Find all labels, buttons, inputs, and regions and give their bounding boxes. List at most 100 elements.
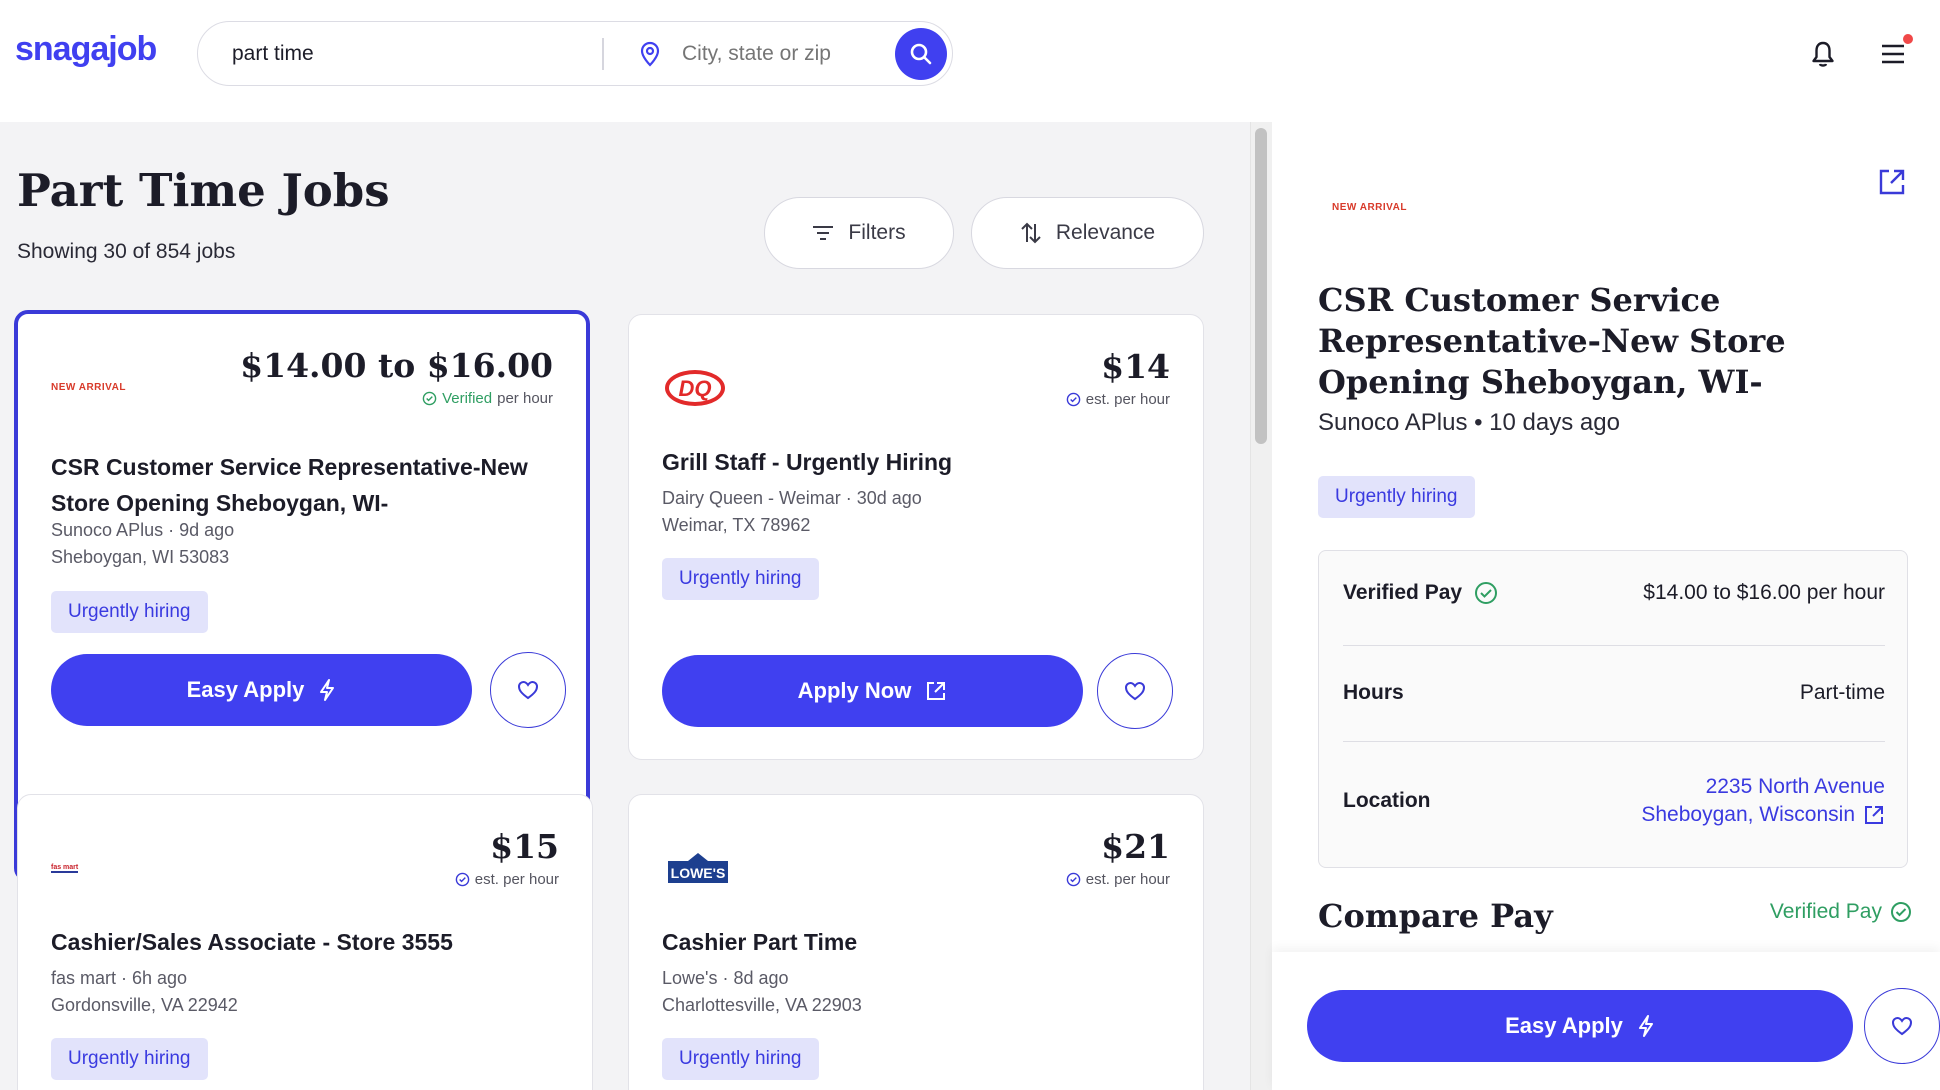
job-title[interactable]: Cashier/Sales Associate - Store 3555	[51, 924, 571, 960]
search-icon	[910, 43, 932, 65]
open-external-icon[interactable]	[1877, 167, 1907, 197]
job-card[interactable]: DQ $14 est. per hour Grill Staff - Urgen…	[628, 314, 1204, 760]
search-button[interactable]	[895, 28, 947, 80]
heart-icon	[517, 680, 539, 700]
heart-icon	[1124, 681, 1146, 701]
pay-unit: per hour	[497, 390, 553, 407]
job-location: Weimar, TX 78962	[662, 515, 811, 535]
company-meta: Dairy Queen - Weimar · 30d ago	[662, 488, 922, 508]
save-job-button[interactable]	[490, 652, 566, 728]
pay-amount: $14.00 to $16.00	[240, 346, 553, 385]
apply-label: Apply Now	[797, 678, 912, 703]
company-logo: fas mart	[51, 863, 79, 873]
hamburger-menu-icon[interactable]	[1880, 42, 1906, 66]
job-info-box: Verified Pay $14.00 to $16.00 per hour H…	[1318, 550, 1908, 868]
verified-check-icon	[1066, 392, 1081, 407]
sort-label: Relevance	[1055, 221, 1156, 244]
company-logo: LOWE'S	[662, 843, 782, 893]
bell-icon[interactable]	[1810, 40, 1836, 68]
pay-unit: est. per hour	[1085, 391, 1170, 408]
easy-apply-button[interactable]: Easy Apply	[51, 654, 472, 726]
pay-amount: $15	[490, 827, 559, 866]
sort-arrows-icon	[1021, 222, 1041, 244]
heart-icon	[1891, 1016, 1913, 1036]
top-header: snagajob	[0, 0, 1940, 122]
page-title: Part Time Jobs	[17, 164, 390, 217]
company-logo: DQ	[662, 363, 782, 413]
apply-now-button[interactable]: Apply Now	[662, 655, 1083, 727]
hours-label: Hours	[1343, 681, 1404, 704]
hours-value: Part-time	[1799, 681, 1885, 704]
job-list-pane: Part Time Jobs Showing 30 of 854 jobs Fi…	[0, 122, 1256, 1090]
job-location: Sheboygan, WI 53083	[51, 547, 230, 567]
urgently-hiring-tag: Urgently hiring	[1318, 476, 1475, 518]
save-job-button[interactable]	[1864, 988, 1940, 1064]
search-bar	[197, 21, 953, 86]
urgently-hiring-tag: Urgently hiring	[51, 591, 208, 633]
verified-pay-value: $14.00 to $16.00 per hour	[1643, 581, 1885, 604]
company-logo: NEW ARRIVAL	[51, 381, 126, 393]
pay-subtitle: est. per hour	[1066, 391, 1170, 408]
lightning-icon	[320, 679, 335, 701]
location-pin-icon	[640, 41, 660, 67]
compare-verified-badge: Verified Pay	[1770, 900, 1912, 924]
compare-pay-heading: Compare Pay	[1318, 897, 1553, 935]
pay-subtitle: est. per hour	[1066, 871, 1170, 888]
verified-check-icon	[1891, 902, 1911, 922]
job-title[interactable]: CSR Customer Service Representative-New …	[51, 449, 571, 521]
notification-dot	[1903, 34, 1913, 44]
job-location: Charlottesville, VA 22903	[662, 995, 862, 1015]
apply-label: Easy Apply	[186, 677, 305, 702]
location-row: Location 2235 North Avenue Sheboygan, Wi…	[1343, 773, 1885, 829]
company-meta: Sunoco APlus · 9d ago	[51, 520, 235, 540]
job-title[interactable]: Cashier Part Time	[662, 924, 1182, 960]
job-card[interactable]: LOWE'S $21 est. per hour Cashier Part Ti…	[628, 794, 1204, 1090]
save-job-button[interactable]	[1097, 653, 1173, 729]
results-count: Showing 30 of 854 jobs	[17, 240, 236, 263]
sort-button[interactable]: Relevance	[971, 197, 1204, 269]
job-card[interactable]: fas mart $15 est. per hour Cashier/Sales…	[17, 794, 593, 1090]
company-meta: fas mart · 6h ago	[51, 968, 188, 988]
pay-unit: est. per hour	[474, 871, 559, 888]
pay-subtitle: Verified per hour	[422, 390, 553, 407]
location-label: Location	[1343, 789, 1431, 812]
company-meta: Lowe's · 8d ago	[662, 968, 789, 988]
search-divider	[602, 38, 604, 70]
apply-footer: Easy Apply	[1272, 952, 1940, 1090]
verified-label: Verified	[442, 390, 493, 407]
hours-row: Hours Part-time	[1343, 681, 1885, 705]
detail-company: Sunoco APlus • 10 days ago	[1318, 409, 1620, 436]
scrollbar[interactable]	[1250, 122, 1272, 1090]
verified-check-icon	[1475, 582, 1498, 604]
scrollbar-thumb[interactable]	[1255, 128, 1267, 444]
verified-check-icon	[422, 391, 437, 406]
external-link-icon	[927, 682, 946, 700]
filters-button[interactable]: Filters	[764, 197, 954, 269]
job-search-input[interactable]	[232, 42, 592, 66]
easy-apply-button[interactable]: Easy Apply	[1307, 990, 1853, 1062]
lightning-icon	[1638, 1015, 1653, 1037]
pay-amount: $21	[1101, 827, 1170, 866]
divider	[1343, 645, 1885, 646]
company-logo: NEW ARRIVAL	[1332, 202, 1407, 213]
external-link-icon	[1865, 806, 1883, 824]
filter-icon	[813, 226, 834, 240]
snagajob-logo[interactable]: snagajob	[15, 30, 157, 69]
pay-subtitle: est. per hour	[455, 871, 559, 888]
svg-text:DQ: DQ	[679, 376, 712, 401]
location-input[interactable]	[682, 42, 882, 66]
verified-check-icon	[455, 872, 470, 887]
job-location: Gordonsville, VA 22942	[51, 995, 238, 1015]
job-title[interactable]: Grill Staff - Urgently Hiring	[662, 444, 1182, 480]
urgently-hiring-tag: Urgently hiring	[662, 558, 819, 600]
divider	[1343, 741, 1885, 742]
filters-label: Filters	[848, 221, 906, 244]
svg-text:LOWE'S: LOWE'S	[671, 865, 726, 881]
urgently-hiring-tag: Urgently hiring	[662, 1038, 819, 1080]
urgently-hiring-tag: Urgently hiring	[51, 1038, 208, 1080]
job-detail-pane: NEW ARRIVAL CSR Customer Service Represe…	[1272, 122, 1940, 1090]
location-link[interactable]: 2235 North Avenue Sheboygan, Wisconsin	[1641, 773, 1885, 829]
pay-amount: $14	[1101, 347, 1170, 386]
pay-unit: est. per hour	[1085, 871, 1170, 888]
detail-job-title: CSR Customer Service Representative-New …	[1318, 281, 1786, 401]
